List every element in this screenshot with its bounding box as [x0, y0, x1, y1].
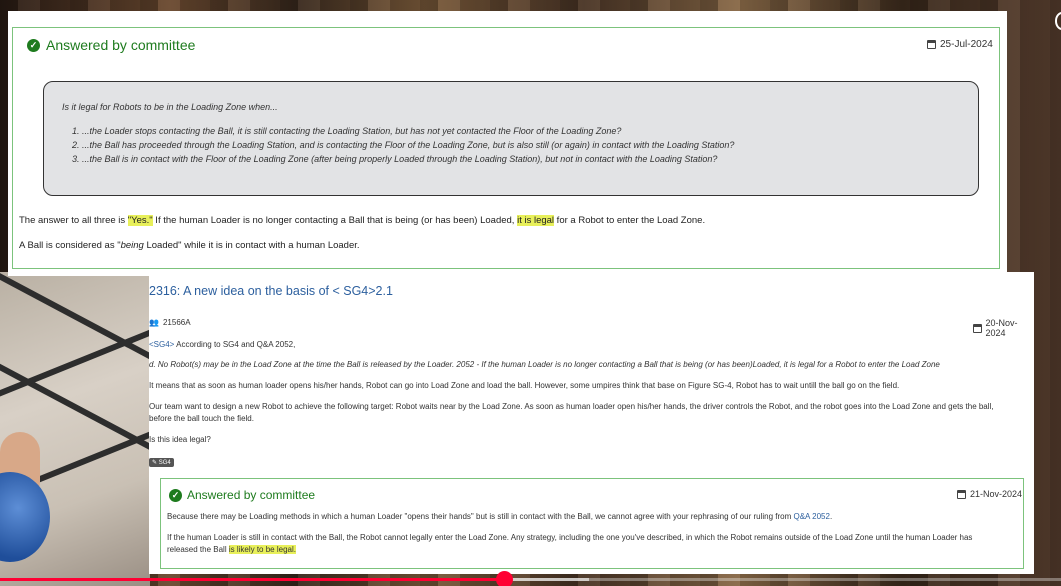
answer-2-text-1-end: .: [829, 512, 833, 521]
answer-text-post: for a Robot to enter the Load Zone.: [554, 215, 706, 226]
ball-definition-text: A Ball is considered as "being Loaded" w…: [19, 240, 360, 251]
question-item: 3. ...the Ball is in contact with the Fl…: [72, 154, 718, 164]
qa-answer-panel: ✓ Answered by committee 25-Jul-2024 Is i…: [8, 11, 1007, 276]
answer-card: ✓ Answered by committee 25-Jul-2024 Is i…: [12, 27, 1000, 269]
answer-2-text-3: released the Ball is likely to be legal.: [167, 545, 296, 554]
question-date: 20-Nov-2024: [973, 318, 1034, 338]
question-line-1: <SG4> According to SG4 and Q&A 2052,: [149, 340, 295, 349]
answer-2-text-1-body: Because there may be Loading methods in …: [167, 512, 794, 521]
question-author: 👥 21566A: [149, 318, 191, 327]
question-line-4: Our team want to design a new Robot to a…: [149, 402, 994, 411]
answer-text-pre: The answer to all three is: [19, 215, 128, 226]
answer-status-label: Answered by committee: [46, 37, 196, 53]
answer-2-text-3-pre: released the Ball: [167, 545, 229, 554]
answer-status-2: ✓ Answered by committee: [169, 488, 315, 502]
calendar-icon: [927, 40, 936, 49]
video-progress-bar[interactable]: [0, 578, 504, 581]
answer-legal-highlight: it is legal: [517, 215, 555, 226]
question-line-2: d. No Robot(s) may be in the Load Zone a…: [149, 360, 940, 369]
ball-text-em: being: [120, 240, 144, 251]
question-line-6: Is this idea legal?: [149, 435, 211, 444]
question-list: 1. ...the Loader stops contacting the Ba…: [72, 126, 734, 168]
calendar-icon: [957, 489, 966, 499]
check-circle-icon: ✓: [27, 38, 40, 52]
answer-text-mid: If the human Loader is no longer contact…: [152, 215, 518, 226]
question-item: 1. ...the Loader stops contacting the Ba…: [72, 126, 622, 136]
answer-card-2: ✓ Answered by committee 21-Nov-2024 Beca…: [160, 478, 1024, 569]
answer-date-label: 25-Jul-2024: [940, 39, 993, 50]
video-buffer-bar: [503, 578, 589, 581]
sg4-link[interactable]: <SG4>: [149, 340, 174, 349]
answer-2-text-2: If the human Loader is still in contact …: [167, 533, 973, 542]
answer-date: 25-Jul-2024: [927, 39, 993, 50]
answer-status-2-label: Answered by committee: [187, 488, 316, 502]
tag-badge[interactable]: ✎ SG4: [149, 458, 174, 467]
question-line-3: It means that as soon as human loader op…: [149, 381, 900, 390]
calendar-icon: [973, 323, 982, 333]
check-circle-icon: ✓: [169, 488, 182, 502]
answer-date-2: 21-Nov-2024: [957, 489, 1022, 499]
video-floor-scene: [0, 272, 150, 586]
answer-text: The answer to all three is "Yes." If the…: [19, 215, 705, 226]
ball-text-post: Loaded" while it is in contact with a hu…: [143, 240, 360, 251]
tag-label: SG4: [158, 460, 171, 466]
qa-2052-link[interactable]: Q&A 2052: [793, 512, 829, 521]
question-line-1-text: According to SG4 and Q&A 2052,: [174, 340, 296, 349]
qa-question-panel: 2316: A new idea on the basis of < SG4>2…: [149, 272, 1034, 574]
video-scrubber-handle[interactable]: [495, 571, 513, 586]
question-line-5: before the ball touch the field.: [149, 414, 254, 423]
ball-text-pre: A Ball is considered as ": [19, 240, 121, 251]
answer-status: ✓ Answered by committee: [27, 37, 195, 53]
answer-date-2-label: 21-Nov-2024: [970, 489, 1023, 499]
users-icon: 👥: [149, 318, 159, 327]
author-team[interactable]: 21566A: [163, 318, 191, 327]
answer-2-text-1: Because there may be Loading methods in …: [167, 512, 832, 521]
ball-image: [0, 472, 50, 562]
question-item: 2. ...the Ball has proceeded through the…: [72, 140, 735, 150]
question-quote: Is it legal for Robots to be in the Load…: [43, 81, 979, 196]
question-date-label: 20-Nov-2024: [985, 318, 1018, 338]
question-intro: Is it legal for Robots to be in the Load…: [62, 102, 278, 112]
likely-legal-highlight: is likely to be legal.: [228, 545, 296, 554]
question-title[interactable]: 2316: A new idea on the basis of < SG4>2…: [149, 284, 393, 298]
answer-yes-highlight: "Yes.": [127, 215, 153, 226]
